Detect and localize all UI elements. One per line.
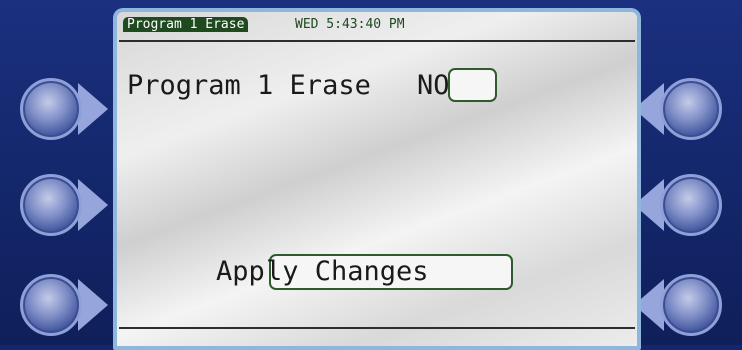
softkey-left-2[interactable] (10, 173, 108, 237)
circle-button-icon (660, 174, 722, 236)
circle-button-icon (660, 274, 722, 336)
softkey-right-3[interactable] (634, 273, 732, 337)
erase-value: NO (417, 70, 450, 101)
device-panel: Program 1 Erase WED 5:43:40 PM Program 1… (0, 0, 742, 350)
screen-title: Program 1 Erase (123, 17, 249, 32)
apply-label: App (216, 256, 265, 287)
arrow-right-icon (78, 179, 108, 231)
circle-button-icon (20, 174, 82, 236)
circle-button-icon (20, 274, 82, 336)
softkey-right-2[interactable] (634, 173, 732, 237)
lcd-screen: Program 1 Erase WED 5:43:40 PM Program 1… (113, 8, 641, 350)
erase-label: Program 1 Erase (127, 70, 371, 101)
clock: WED 5:43:40 PM (295, 17, 405, 32)
softkey-right-1[interactable] (634, 77, 732, 141)
arrow-right-icon (78, 83, 108, 135)
softkey-left-3[interactable] (10, 273, 108, 337)
circle-button-icon (20, 78, 82, 140)
arrow-right-icon (78, 279, 108, 331)
apply-changes-label: ly Changes (266, 256, 429, 287)
circle-button-icon (660, 78, 722, 140)
erase-value-field[interactable] (448, 68, 497, 102)
softkey-left-1[interactable] (10, 77, 108, 141)
status-bar: Program 1 Erase WED 5:43:40 PM (119, 14, 635, 42)
screen-glare (117, 12, 637, 346)
divider (119, 327, 635, 329)
